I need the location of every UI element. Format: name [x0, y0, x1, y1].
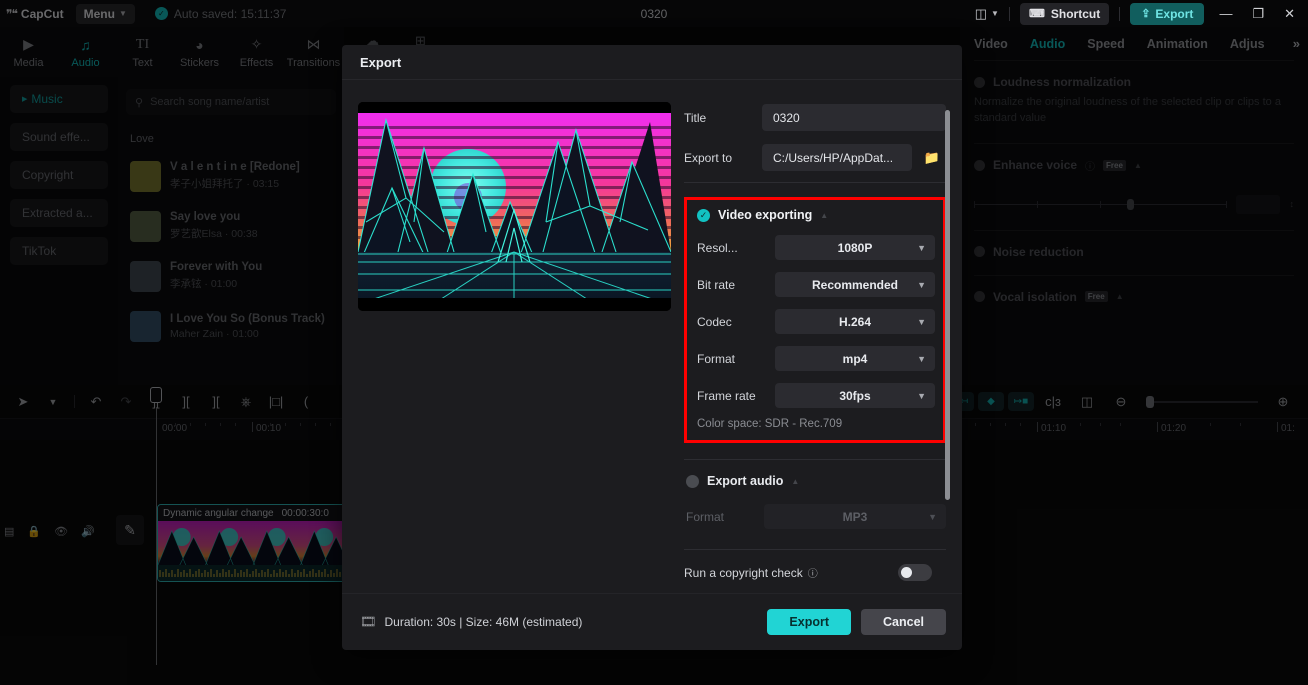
- dialog-actions: Export Cancel: [767, 609, 946, 635]
- chevron-up-icon[interactable]: ▲: [791, 477, 799, 486]
- audio-format-select[interactable]: MP3 ▼: [764, 504, 946, 529]
- bitrate-value: Recommended: [811, 277, 899, 292]
- titlebar-export-label: Export: [1155, 6, 1194, 21]
- export-dialog: Export Title 0320 Export to C:/Users/HP/…: [342, 45, 962, 650]
- setting-row-audio-format: Format MP3 ▼: [684, 502, 946, 531]
- setting-row-framerate: Frame rate 30fps ▼: [697, 381, 935, 410]
- color-space-label: Color space: SDR - Rec.709: [697, 418, 843, 430]
- codec-value: H.264: [838, 314, 872, 329]
- shortcut-button[interactable]: ⌨ Shortcut: [1019, 2, 1110, 25]
- copyright-check-label: Run a copyright check: [684, 565, 803, 580]
- framerate-select[interactable]: 30fps ▼: [775, 383, 935, 408]
- export-form: Title 0320 Export to C:/Users/HP/AppDat.…: [676, 102, 950, 593]
- export-audio-header[interactable]: Export audio ▲: [684, 474, 946, 488]
- audio-format-label: Format: [686, 509, 725, 524]
- dialog-header: Export: [342, 45, 962, 80]
- video-exporting-title: Video exporting: [718, 208, 813, 222]
- dialog-scrollbar[interactable]: [945, 110, 950, 500]
- field-row-title: Title 0320: [684, 102, 946, 133]
- setting-row-codec: Codec H.264 ▼: [697, 307, 935, 336]
- export-button[interactable]: Export: [767, 609, 851, 635]
- copyright-check-row: Run a copyright check ⓘ: [684, 564, 946, 581]
- chevron-down-icon: ▼: [917, 242, 926, 253]
- chevron-down-icon: ▼: [928, 511, 937, 522]
- toggle-knob: [901, 567, 912, 578]
- resolution-value: 1080P: [837, 240, 873, 255]
- video-exporting-highlight: ✓ Video exporting ▲ Resol... 1080P ▼ Bit…: [684, 197, 946, 443]
- chevron-up-icon[interactable]: ▲: [820, 211, 828, 220]
- preview-column: [358, 102, 676, 593]
- close-button[interactable]: ✕: [1279, 6, 1300, 22]
- export-summary-label: Duration: 30s | Size: 46M (estimated): [384, 615, 583, 629]
- export-path-value: C:/Users/HP/AppDat...: [773, 150, 894, 165]
- codec-select[interactable]: H.264 ▼: [775, 309, 935, 334]
- bitrate-label: Bit rate: [697, 277, 736, 292]
- layout-switch-button[interactable]: ◫ ▼: [975, 6, 999, 22]
- video-exporting-checkbox[interactable]: ✓: [697, 208, 710, 222]
- dialog-footer: 🎞 Duration: 30s | Size: 46M (estimated) …: [342, 593, 962, 650]
- export-audio-checkbox[interactable]: [686, 474, 699, 488]
- synthwave-landscape-image: [358, 102, 671, 311]
- keyboard-icon: ⌨: [1028, 8, 1045, 20]
- format-label: Format: [697, 351, 736, 366]
- chevron-down-icon: ▼: [991, 9, 999, 18]
- format-value: mp4: [842, 351, 868, 366]
- video-preview-thumbnail: [358, 102, 671, 311]
- titlebar-actions: ◫ ▼ ⌨ Shortcut ⇪ Export — ❐ ✕: [975, 2, 1308, 25]
- framerate-value: 30fps: [839, 388, 871, 403]
- export-to-field-label: Export to: [684, 150, 733, 165]
- titlebar-export-button[interactable]: ⇪ Export: [1130, 2, 1205, 25]
- chevron-down-icon: ▼: [917, 279, 926, 290]
- title-input[interactable]: 0320: [762, 104, 946, 131]
- codec-label: Codec: [697, 314, 732, 329]
- title-input-value: 0320: [773, 110, 800, 125]
- shortcut-label: Shortcut: [1050, 6, 1101, 21]
- dialog-title: Export: [360, 54, 402, 70]
- copyright-check-label-wrap: Run a copyright check ⓘ: [684, 565, 818, 581]
- setting-row-resolution: Resol... 1080P ▼: [697, 233, 935, 262]
- export-path-input[interactable]: C:/Users/HP/AppDat...: [762, 144, 912, 171]
- info-icon[interactable]: ⓘ: [808, 565, 818, 580]
- divider: [1119, 6, 1121, 21]
- video-exporting-header[interactable]: ✓ Video exporting ▲: [697, 208, 935, 222]
- layout-icon: ◫: [974, 5, 988, 21]
- framerate-label: Frame rate: [697, 388, 756, 403]
- divider: [1008, 6, 1010, 21]
- upload-icon: ⇪: [1141, 8, 1151, 20]
- cancel-button[interactable]: Cancel: [861, 609, 946, 635]
- folder-icon[interactable]: 📁: [919, 145, 945, 171]
- divider: [684, 459, 946, 460]
- minimize-button[interactable]: —: [1214, 6, 1237, 21]
- film-icon: 🎞: [360, 614, 377, 629]
- maximize-button[interactable]: ❐: [1247, 6, 1269, 22]
- setting-row-bitrate: Bit rate Recommended ▼: [697, 270, 935, 299]
- capcut-window: ❞❝ CapCut Menu ▼ ✓ Auto saved: 15:11:37 …: [0, 0, 1308, 685]
- resolution-label: Resol...: [697, 240, 738, 255]
- export-summary: 🎞 Duration: 30s | Size: 46M (estimated): [360, 614, 582, 630]
- chevron-down-icon: ▼: [917, 316, 926, 327]
- format-select[interactable]: mp4 ▼: [775, 346, 935, 371]
- chevron-down-icon: ▼: [917, 390, 926, 401]
- field-row-export-to: Export to C:/Users/HP/AppDat... 📁: [684, 142, 946, 173]
- audio-format-value: MP3: [842, 509, 868, 524]
- setting-row-format: Format mp4 ▼: [697, 344, 935, 373]
- resolution-select[interactable]: 1080P ▼: [775, 235, 935, 260]
- dialog-body: Title 0320 Export to C:/Users/HP/AppDat.…: [342, 80, 962, 593]
- divider: [684, 182, 946, 183]
- bitrate-select[interactable]: Recommended ▼: [775, 272, 935, 297]
- copyright-check-toggle[interactable]: [898, 564, 932, 581]
- divider: [684, 549, 946, 550]
- chevron-down-icon: ▼: [917, 353, 926, 364]
- title-field-label: Title: [684, 110, 707, 125]
- export-audio-title: Export audio: [707, 474, 784, 488]
